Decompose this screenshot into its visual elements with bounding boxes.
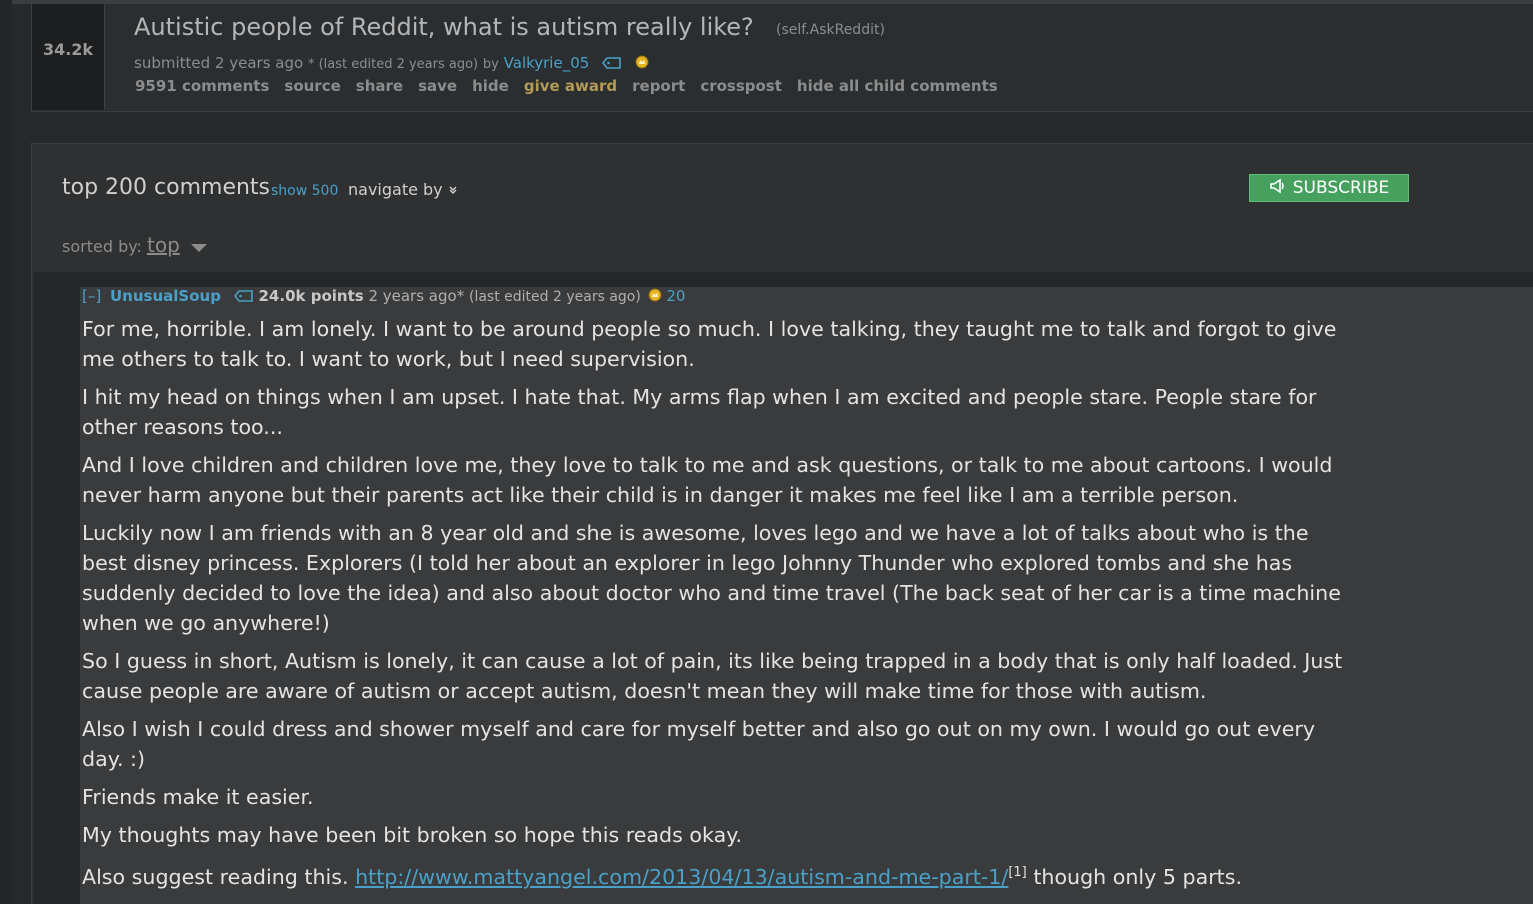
award-count: 20: [666, 287, 686, 305]
sort-menu: sorted by: top: [62, 233, 207, 257]
source-link[interactable]: source: [284, 77, 340, 95]
comment-time: 2 years ago*: [368, 287, 465, 305]
external-link[interactable]: http://www.mattyangel.com/2013/04/13/aut…: [355, 865, 1008, 889]
post-tagline: submitted 2 years ago * (last edited 2 y…: [134, 54, 649, 73]
dropdown-caret-icon[interactable]: [190, 243, 207, 252]
post-domain[interactable]: (self.AskReddit): [776, 22, 885, 38]
sorted-by-label: sorted by:: [62, 237, 142, 256]
save-link[interactable]: save: [418, 77, 457, 95]
comments-title: top 200 comments: [62, 175, 271, 200]
comment-paragraph: And I love children and children love me…: [82, 453, 1333, 507]
last-paragraph-prefix: Also suggest reading this.: [82, 864, 349, 889]
post-header: 34.2k Autistic people of Reddit, what is…: [31, 4, 1533, 112]
show-more-link[interactable]: show 500: [271, 183, 338, 199]
edited-note: * (last edited 2 years ago): [307, 57, 479, 72]
chevron-down-icon: [448, 180, 458, 199]
post-author-link[interactable]: Valkyrie_05: [504, 54, 590, 72]
comments-link[interactable]: 9591 comments: [135, 77, 269, 95]
comment-paragraph: I hit my head on things when I am upset.…: [82, 385, 1317, 439]
submitted-label: submitted: [134, 54, 211, 72]
post-buttons: 9591 comments source share save hide give awa…: [135, 77, 1013, 95]
award-icon[interactable]: [635, 55, 649, 73]
report-link[interactable]: report: [632, 77, 685, 95]
vote-box: 34.2k: [31, 4, 105, 110]
navigate-by-dropdown[interactable]: navigate by: [348, 180, 458, 199]
comment-author-link[interactable]: UnusualSoup: [110, 287, 221, 305]
comment-paragraph: Luckily now I am friends with an 8 year …: [82, 521, 1341, 635]
comment-last-paragraph: Also suggest reading this. http://www.ma…: [82, 858, 1347, 892]
give-award-link[interactable]: give award: [524, 77, 617, 95]
link-reference: [1]: [1008, 865, 1027, 880]
post-score: 34.2k: [42, 40, 94, 59]
post-title[interactable]: Autistic people of Reddit, what is autis…: [134, 13, 754, 41]
comment-paragraph: Friends make it easier.: [82, 785, 314, 809]
subscribe-label: SUBSCRIBE: [1292, 178, 1390, 198]
subscribe-button[interactable]: SUBSCRIBE: [1249, 174, 1409, 202]
by-label: by: [482, 57, 499, 72]
comment-body: For me, horrible. I am lonely. I want to…: [82, 314, 1347, 900]
award-icon[interactable]: [648, 288, 662, 306]
comment-paragraph: My thoughts may have been bit broken so …: [82, 823, 742, 847]
collapse-toggle[interactable]: [–]: [82, 287, 101, 305]
tag-icon: [233, 288, 254, 306]
sort-selected[interactable]: top: [147, 233, 180, 257]
hide-link[interactable]: hide: [472, 77, 509, 95]
megaphone-icon: [1269, 178, 1287, 199]
last-paragraph-suffix: though only 5 parts.: [1033, 864, 1243, 889]
comment-points: 24.0k points: [258, 287, 364, 305]
comments-panel: top 200 comments show 500 navigate by SU…: [31, 143, 1533, 904]
submitted-time: 2 years ago: [214, 54, 304, 72]
comment: [–] UnusualSoup 24.0k points 2 years ago…: [80, 287, 1533, 904]
crosspost-link[interactable]: crosspost: [700, 77, 782, 95]
comment-paragraph: Also I wish I could dress and shower mys…: [82, 717, 1316, 771]
comment-paragraph: So I guess in short, Autism is lonely, i…: [82, 649, 1343, 703]
comment-edited: (last edited 2 years ago): [468, 289, 641, 305]
tag-icon: [602, 55, 622, 73]
comment-tagline: [–] UnusualSoup 24.0k points 2 years ago…: [82, 287, 685, 306]
navigate-by-label: navigate by: [348, 180, 443, 199]
left-margin: [0, 0, 12, 903]
comment-paragraph: For me, horrible. I am lonely. I want to…: [82, 317, 1337, 371]
hide-child-comments-link[interactable]: hide all child comments: [797, 77, 998, 95]
share-link[interactable]: share: [356, 77, 403, 95]
